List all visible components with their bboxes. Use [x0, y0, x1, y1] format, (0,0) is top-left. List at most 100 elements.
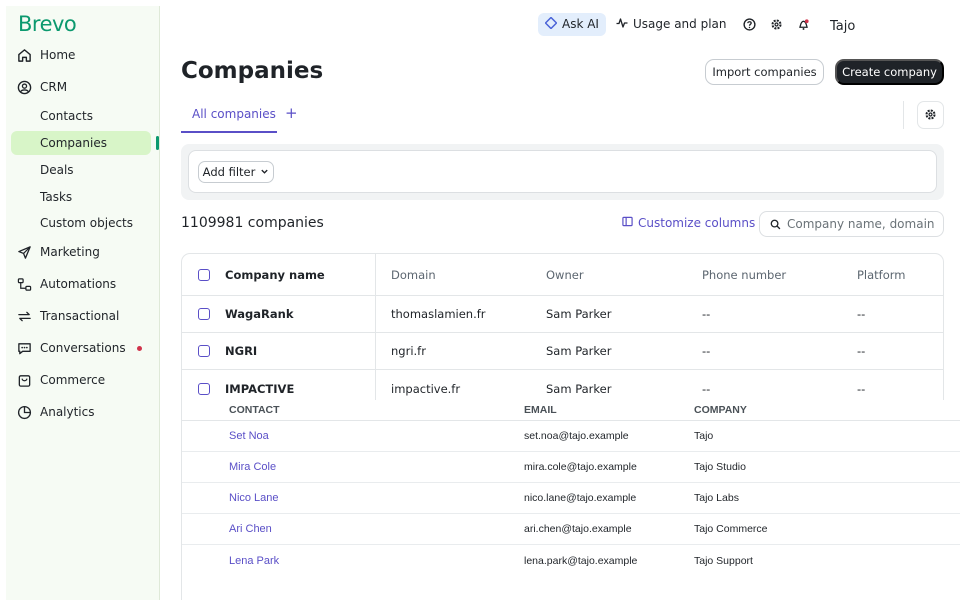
company-search	[759, 211, 944, 237]
import-companies-button[interactable]: Import companies	[705, 59, 824, 85]
sidebar-item-analytics[interactable]: Analytics	[16, 401, 95, 423]
tab-all-companies[interactable]: All companies	[192, 107, 276, 121]
account-name[interactable]: Tajo	[830, 19, 855, 34]
add-filter-label: Add filter	[202, 165, 256, 179]
sidebar-item-label: Marketing	[40, 245, 100, 259]
contact-link[interactable]: Nico Lane	[229, 492, 279, 504]
ask-ai-label: Ask AI	[562, 17, 599, 31]
owner-cell: Sam Parker	[546, 307, 612, 321]
customize-columns-button[interactable]: Customize columns	[622, 216, 755, 230]
contacts-table: CONTACT EMAIL COMPANY Set Noa set.noa@ta…	[181, 400, 960, 600]
row-checkbox[interactable]	[198, 345, 210, 357]
company-cell: Tajo	[694, 430, 714, 442]
column-header-platform[interactable]: Platform	[857, 268, 906, 282]
contact-link[interactable]: Ari Chen	[229, 523, 272, 535]
sidebar-item-transactional[interactable]: Transactional	[16, 305, 119, 327]
sidebar-sub-deals[interactable]: Deals	[40, 163, 74, 177]
table-row[interactable]: WagaRank thomaslamien.fr Sam Parker -- -…	[182, 296, 943, 333]
home-icon	[16, 47, 32, 63]
search-icon	[770, 215, 781, 234]
top-bar: Ask AI Usage and plan	[538, 12, 810, 36]
companies-count: 1109981 companies	[181, 215, 324, 231]
gear-icon[interactable]	[770, 18, 783, 31]
sidebar-item-label: Transactional	[40, 309, 120, 323]
add-view-button[interactable]: +	[285, 104, 298, 122]
bell-icon[interactable]	[797, 18, 810, 31]
gear-icon	[924, 106, 937, 125]
help-icon[interactable]	[742, 17, 756, 31]
column-header-owner[interactable]: Owner	[546, 268, 584, 282]
column-divider	[375, 254, 376, 400]
ask-ai-button[interactable]: Ask AI	[538, 12, 606, 36]
send-icon	[16, 244, 32, 260]
columns-icon	[622, 216, 633, 230]
domain-cell: impactive.fr	[391, 381, 461, 396]
chevron-down-icon	[260, 165, 269, 179]
contact-link[interactable]: Lena Park	[229, 555, 279, 567]
column-header-contact: CONTACT	[229, 404, 280, 416]
column-header-company: COMPANY	[694, 404, 747, 416]
column-header-phone-number[interactable]: Phone number	[702, 268, 786, 282]
brevo-logo[interactable]: Brevo	[18, 12, 77, 36]
sidebar-sub-companies[interactable]: Companies	[40, 136, 107, 150]
user-circle-icon	[16, 79, 32, 95]
owner-cell: Sam Parker	[546, 344, 612, 358]
activity-icon	[616, 17, 628, 32]
column-header-email: EMAIL	[524, 404, 557, 416]
bag-icon	[16, 372, 32, 388]
company-cell: Tajo Studio	[694, 461, 746, 473]
column-header-domain[interactable]: Domain	[391, 268, 436, 282]
customize-label: Customize columns	[638, 216, 756, 230]
contact-link[interactable]: Set Noa	[229, 430, 269, 442]
row-checkbox[interactable]	[198, 308, 210, 320]
company-name-cell[interactable]: NGRI	[225, 344, 257, 358]
email-cell: set.noa@tajo.example	[524, 430, 629, 442]
add-filter-button[interactable]: Add filter	[198, 161, 274, 183]
sidebar-item-label: Analytics	[40, 405, 95, 419]
list-item[interactable]: Lena Park lena.park@tajo.example Tajo Su…	[182, 545, 960, 576]
search-input[interactable]	[787, 217, 937, 231]
company-name-cell[interactable]: WagaRank	[225, 307, 293, 321]
sidebar-sub-contacts[interactable]: Contacts	[40, 109, 93, 123]
company-cell: Tajo Labs	[694, 492, 739, 504]
column-header-company-name[interactable]: Company name	[225, 268, 325, 282]
list-item[interactable]: Mira Cole mira.cole@tajo.example Tajo St…	[182, 452, 960, 483]
select-all-checkbox[interactable]	[198, 268, 210, 281]
phone-cell: --	[702, 381, 711, 396]
sidebar-item-crm[interactable]: CRM	[16, 76, 67, 98]
table-row[interactable]: NGRI ngri.fr Sam Parker -- --	[182, 333, 943, 370]
view-settings-button[interactable]	[917, 101, 944, 129]
divider	[903, 101, 904, 129]
contacts-table-header: CONTACT EMAIL COMPANY	[182, 400, 960, 421]
sidebar-item-conversations[interactable]: Conversations	[16, 337, 126, 359]
domain-cell: ngri.fr	[391, 344, 426, 358]
platform-cell: --	[857, 307, 866, 321]
contact-link[interactable]: Mira Cole	[229, 461, 276, 473]
create-company-button[interactable]: Create company	[835, 59, 944, 85]
usage-and-plan-button[interactable]: Usage and plan	[616, 17, 727, 32]
list-item[interactable]: Ari Chen ari.chen@tajo.example Tajo Comm…	[182, 514, 960, 545]
email-cell: ari.chen@tajo.example	[524, 523, 632, 535]
phone-cell: --	[702, 307, 711, 321]
row-checkbox[interactable]	[198, 382, 210, 395]
company-name-cell[interactable]: IMPACTIVE	[225, 382, 294, 396]
active-item-indicator	[156, 136, 159, 150]
page-title: Companies	[181, 58, 324, 84]
sidebar-item-commerce[interactable]: Commerce	[16, 369, 105, 391]
phone-cell: --	[702, 344, 711, 358]
chat-icon	[16, 340, 32, 356]
table-row[interactable]: IMPACTIVE impactive.fr Sam Parker -- --	[182, 370, 943, 400]
automation-icon	[16, 276, 32, 292]
sidebar: Brevo Home CRM Contacts Companies Deals …	[6, 6, 160, 600]
platform-cell: --	[857, 381, 866, 396]
sidebar-item-label: Commerce	[40, 373, 106, 387]
sidebar-sub-tasks[interactable]: Tasks	[40, 190, 72, 204]
sidebar-item-automations[interactable]: Automations	[16, 273, 116, 295]
company-cell: Tajo Support	[694, 554, 753, 567]
email-cell: mira.cole@tajo.example	[524, 461, 637, 473]
sidebar-sub-custom-objects[interactable]: Custom objects	[40, 216, 133, 230]
list-item[interactable]: Nico Lane nico.lane@tajo.example Tajo La…	[182, 483, 960, 514]
sidebar-item-marketing[interactable]: Marketing	[16, 241, 100, 263]
list-item[interactable]: Set Noa set.noa@tajo.example Tajo	[182, 421, 960, 452]
sidebar-item-home[interactable]: Home	[16, 44, 75, 66]
